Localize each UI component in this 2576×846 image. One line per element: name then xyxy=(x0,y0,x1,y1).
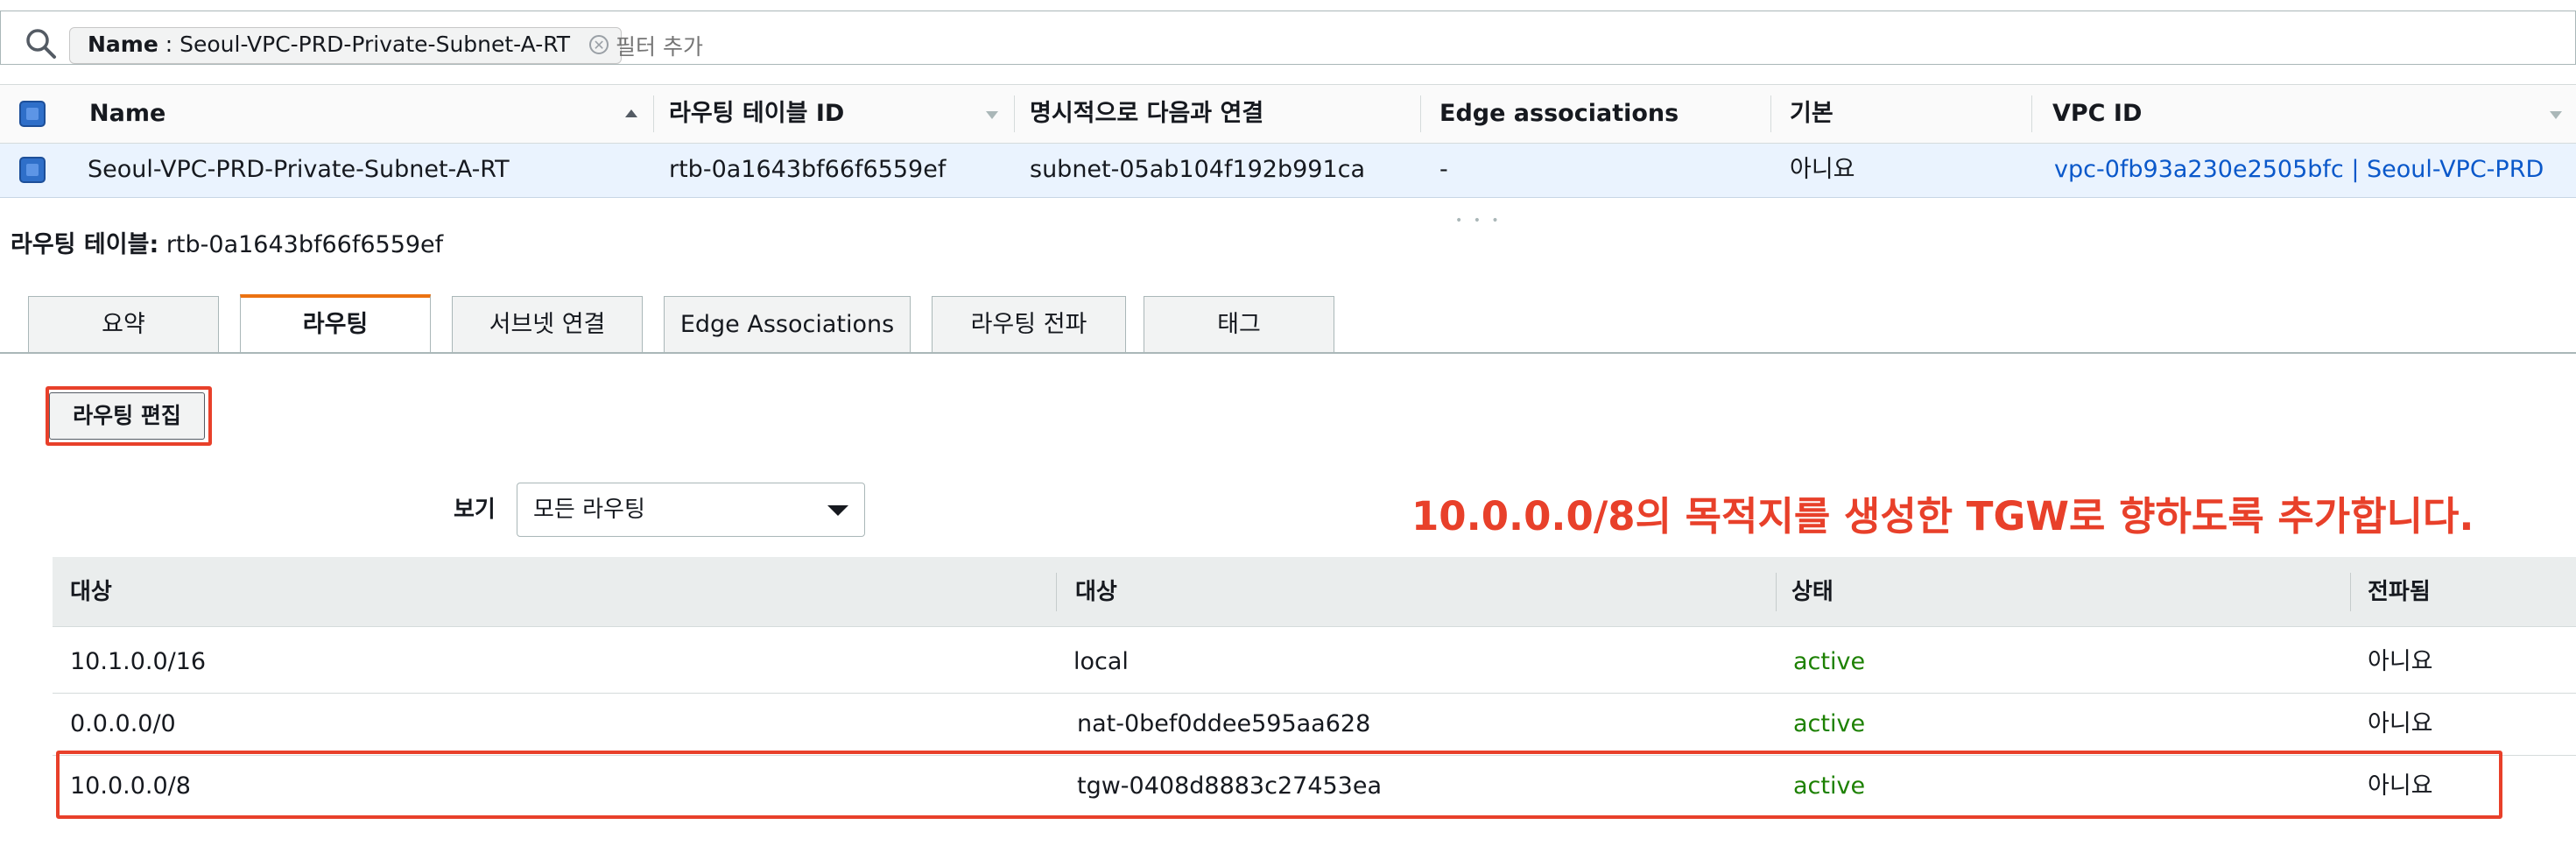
tab-subnet-associations[interactable]: 서브넷 연결 xyxy=(452,296,643,352)
sort-icon[interactable] xyxy=(986,111,998,119)
column-header-vpc-id[interactable]: VPC ID xyxy=(2052,85,2142,143)
tab-edge-associations[interactable]: Edge Associations xyxy=(664,296,911,352)
row-route-table-id: rtb-0a1643bf66f6559ef xyxy=(669,156,947,183)
detail-value: rtb-0a1643bf66f6559ef xyxy=(158,231,444,258)
route-status: active xyxy=(1793,648,1866,675)
route-row-highlight xyxy=(56,751,2502,819)
view-label: 보기 xyxy=(454,497,496,523)
column-header-propagated[interactable]: 전파됨 xyxy=(2368,557,2431,627)
route-target: local xyxy=(1073,648,1129,675)
row-main: 아니요 xyxy=(1790,156,1855,183)
sort-icon[interactable] xyxy=(2550,111,2562,119)
table-row: 0.0.0.0/0 nat-0bef0ddee595aa628 active 아… xyxy=(53,694,2576,756)
chevron-down-icon xyxy=(827,505,848,516)
column-header-explicit-association[interactable]: 명시적으로 다음과 연결 xyxy=(1030,85,1263,143)
column-header-name[interactable]: Name xyxy=(89,85,165,143)
annotation-text: 10.0.0.0/8의 목적지를 생성한 TGW로 향하도록 추가합니다. xyxy=(1411,493,2474,539)
column-header-edge-associations[interactable]: Edge associations xyxy=(1439,85,1679,143)
select-all-checkbox[interactable] xyxy=(19,101,46,127)
routes-table-header: 대상 대상 상태 전파됨 xyxy=(53,557,2576,627)
row-checkbox[interactable] xyxy=(19,157,46,183)
filter-input[interactable] xyxy=(614,31,2018,62)
filter-chip-key: Name xyxy=(88,32,158,57)
resize-handle[interactable]: • • • xyxy=(1455,214,1503,228)
route-status: active xyxy=(1793,710,1866,737)
column-header-destination[interactable]: 대상 xyxy=(70,557,112,627)
tab-route-propagation[interactable]: 라우팅 전파 xyxy=(932,296,1126,352)
row-edge-associations: - xyxy=(1439,156,1448,183)
column-header-main[interactable]: 기본 xyxy=(1790,85,1833,143)
filter-bar: Name : Seoul-VPC-PRD-Private-Subnet-A-RT… xyxy=(0,11,2576,65)
sort-ascending-icon[interactable] xyxy=(625,109,637,117)
tab-routes[interactable]: 라우팅 xyxy=(240,294,431,352)
row-vpc-id-link[interactable]: vpc-0fb93a230e2505bfc | Seoul-VPC-PRD xyxy=(2054,144,2544,196)
row-name: Seoul-VPC-PRD-Private-Subnet-A-RT xyxy=(88,156,510,183)
edit-button-highlight xyxy=(46,386,212,446)
filter-chip[interactable]: Name : Seoul-VPC-PRD-Private-Subnet-A-RT… xyxy=(69,27,623,64)
route-destination: 10.1.0.0/16 xyxy=(70,648,207,675)
row-explicit-association: subnet-05ab104f192b991ca xyxy=(1030,156,1366,183)
column-header-status[interactable]: 상태 xyxy=(1791,557,1833,627)
view-select[interactable]: 모든 라우팅 xyxy=(517,483,865,537)
route-tables-header: Name 라우팅 테이블 ID 명시적으로 다음과 연결 Edge associ… xyxy=(0,84,2576,144)
filter-chip-value: : Seoul-VPC-PRD-Private-Subnet-A-RT xyxy=(158,32,571,57)
close-icon[interactable]: ✕ xyxy=(589,35,609,54)
tab-underline xyxy=(0,352,2576,354)
tab-tags[interactable]: 태그 xyxy=(1144,296,1334,352)
route-target-link[interactable]: nat-0bef0ddee595aa628 xyxy=(1077,694,1370,755)
table-row: 10.1.0.0/16 local active 아니요 xyxy=(53,631,2576,694)
column-header-route-table-id[interactable]: 라우팅 테이블 ID xyxy=(669,85,844,143)
route-propagated: 아니요 xyxy=(2368,710,2433,737)
search-icon[interactable] xyxy=(24,26,59,61)
view-selected-value: 모든 라우팅 xyxy=(533,497,645,523)
route-propagated: 아니요 xyxy=(2368,648,2433,675)
detail-label: 라우팅 테이블: xyxy=(11,231,159,258)
column-header-target[interactable]: 대상 xyxy=(1075,557,1117,627)
detail-title: 라우팅 테이블: rtb-0a1643bf66f6559ef xyxy=(11,229,443,261)
table-row[interactable]: Seoul-VPC-PRD-Private-Subnet-A-RT rtb-0a… xyxy=(0,144,2576,198)
tab-summary[interactable]: 요약 xyxy=(28,296,219,352)
route-destination: 0.0.0.0/0 xyxy=(70,710,176,737)
